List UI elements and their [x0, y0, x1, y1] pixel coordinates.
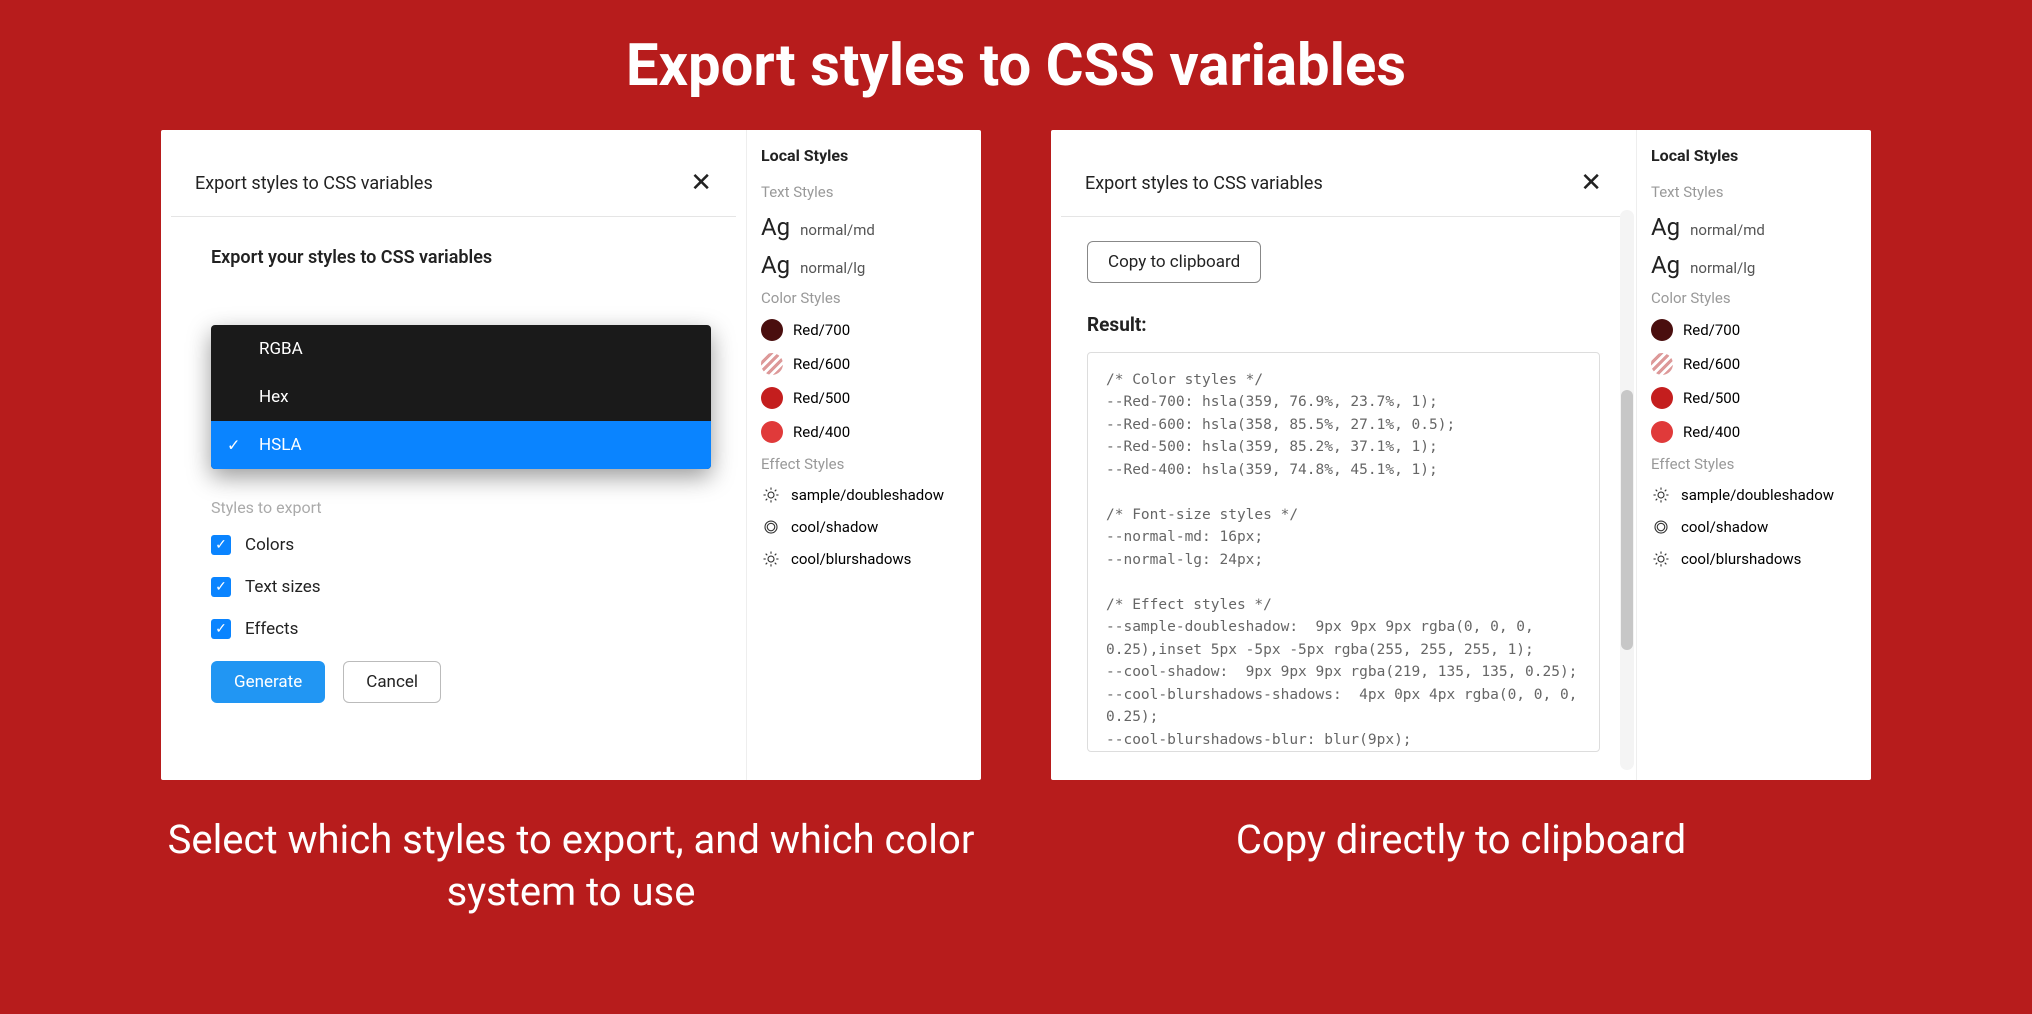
checkbox-icon: ✓ — [211, 535, 231, 555]
dropdown-item-hsla[interactable]: ✓ HSLA — [211, 421, 711, 469]
local-styles-panel: Local Styles Text Styles Ag normal/md Ag… — [1636, 130, 1871, 780]
check-icon: ✓ — [227, 436, 240, 455]
checkbox-colors[interactable]: ✓ Colors — [211, 535, 700, 555]
local-styles-title: Local Styles — [761, 146, 967, 165]
export-heading: Export your styles to CSS variables — [211, 247, 700, 268]
color-swatch-icon — [1651, 421, 1673, 443]
ring-icon — [1651, 517, 1671, 537]
effect-style-row[interactable]: sample/doubleshadow — [761, 485, 967, 505]
modal-header: Export styles to CSS variables ✕ — [171, 150, 736, 217]
checkbox-icon: ✓ — [211, 619, 231, 639]
text-style-row[interactable]: Ag normal/lg — [1651, 251, 1857, 279]
panel-left: Export styles to CSS variables ✕ Export … — [161, 130, 981, 780]
color-swatch-icon — [761, 421, 783, 443]
sun-icon — [761, 485, 781, 505]
color-swatch-icon — [1651, 319, 1673, 341]
ag-sample: Ag — [1651, 213, 1680, 241]
effect-style-row[interactable]: cool/blurshadows — [1651, 549, 1857, 569]
effect-styles-section: Effect Styles — [761, 455, 967, 473]
page-title: Export styles to CSS variables — [0, 0, 2032, 130]
color-styles-section: Color Styles — [761, 289, 967, 307]
text-styles-section: Text Styles — [761, 183, 967, 201]
modal-title: Export styles to CSS variables — [195, 173, 433, 194]
color-style-row[interactable]: Red/600 — [761, 353, 967, 375]
close-icon[interactable]: ✕ — [1580, 168, 1602, 198]
color-swatch-icon — [761, 319, 783, 341]
checkbox-effects[interactable]: ✓ Effects — [211, 619, 700, 639]
copy-to-clipboard-button[interactable]: Copy to clipboard — [1087, 241, 1261, 283]
text-style-row[interactable]: Ag normal/md — [761, 213, 967, 241]
color-style-row[interactable]: Red/700 — [761, 319, 967, 341]
color-swatch-icon — [761, 387, 783, 409]
color-style-row[interactable]: Red/400 — [1651, 421, 1857, 443]
scrollbar-thumb[interactable] — [1621, 390, 1633, 650]
effect-style-row[interactable]: sample/doubleshadow — [1651, 485, 1857, 505]
ring-icon — [761, 517, 781, 537]
effect-styles-section: Effect Styles — [1651, 455, 1857, 473]
cancel-button[interactable]: Cancel — [343, 661, 441, 703]
ag-sample: Ag — [761, 251, 790, 279]
color-format-dropdown: RGBA Hex ✓ HSLA — [211, 325, 711, 469]
text-style-row[interactable]: Ag normal/lg — [761, 251, 967, 279]
scrollbar[interactable] — [1620, 210, 1634, 770]
panel-caption: Select which styles to export, and which… — [161, 814, 981, 918]
panel-caption: Copy directly to clipboard — [1051, 814, 1871, 866]
dropdown-item-rgba[interactable]: RGBA — [211, 325, 711, 373]
text-styles-section: Text Styles — [1651, 183, 1857, 201]
sun-icon — [1651, 485, 1671, 505]
sun-icon — [761, 549, 781, 569]
local-styles-title: Local Styles — [1651, 146, 1857, 165]
color-style-row[interactable]: Red/400 — [761, 421, 967, 443]
styles-to-export-label: Styles to export — [211, 498, 700, 517]
result-code-box[interactable]: /* Color styles */ --Red-700: hsla(359, … — [1087, 352, 1600, 752]
text-style-row[interactable]: Ag normal/md — [1651, 213, 1857, 241]
dropdown-item-hex[interactable]: Hex — [211, 373, 711, 421]
color-swatch-icon — [1651, 353, 1673, 375]
local-styles-panel: Local Styles Text Styles Ag normal/md Ag… — [746, 130, 981, 780]
modal-header: Export styles to CSS variables ✕ — [1061, 150, 1626, 217]
color-style-row[interactable]: Red/600 — [1651, 353, 1857, 375]
checkbox-icon: ✓ — [211, 577, 231, 597]
color-swatch-icon — [1651, 387, 1673, 409]
color-styles-section: Color Styles — [1651, 289, 1857, 307]
close-icon[interactable]: ✕ — [690, 168, 712, 198]
result-label: Result: — [1087, 313, 1636, 336]
ag-sample: Ag — [761, 213, 790, 241]
effect-style-row[interactable]: cool/blurshadows — [761, 549, 967, 569]
generate-button[interactable]: Generate — [211, 661, 325, 703]
panel-right: Export styles to CSS variables ✕ Copy to… — [1051, 130, 1871, 780]
effect-style-row[interactable]: cool/shadow — [761, 517, 967, 537]
ag-sample: Ag — [1651, 251, 1680, 279]
color-style-row[interactable]: Red/700 — [1651, 319, 1857, 341]
sun-icon — [1651, 549, 1671, 569]
checkbox-text-sizes[interactable]: ✓ Text sizes — [211, 577, 700, 597]
color-swatch-icon — [761, 353, 783, 375]
effect-style-row[interactable]: cool/shadow — [1651, 517, 1857, 537]
color-style-row[interactable]: Red/500 — [1651, 387, 1857, 409]
color-style-row[interactable]: Red/500 — [761, 387, 967, 409]
modal-title: Export styles to CSS variables — [1085, 173, 1323, 194]
